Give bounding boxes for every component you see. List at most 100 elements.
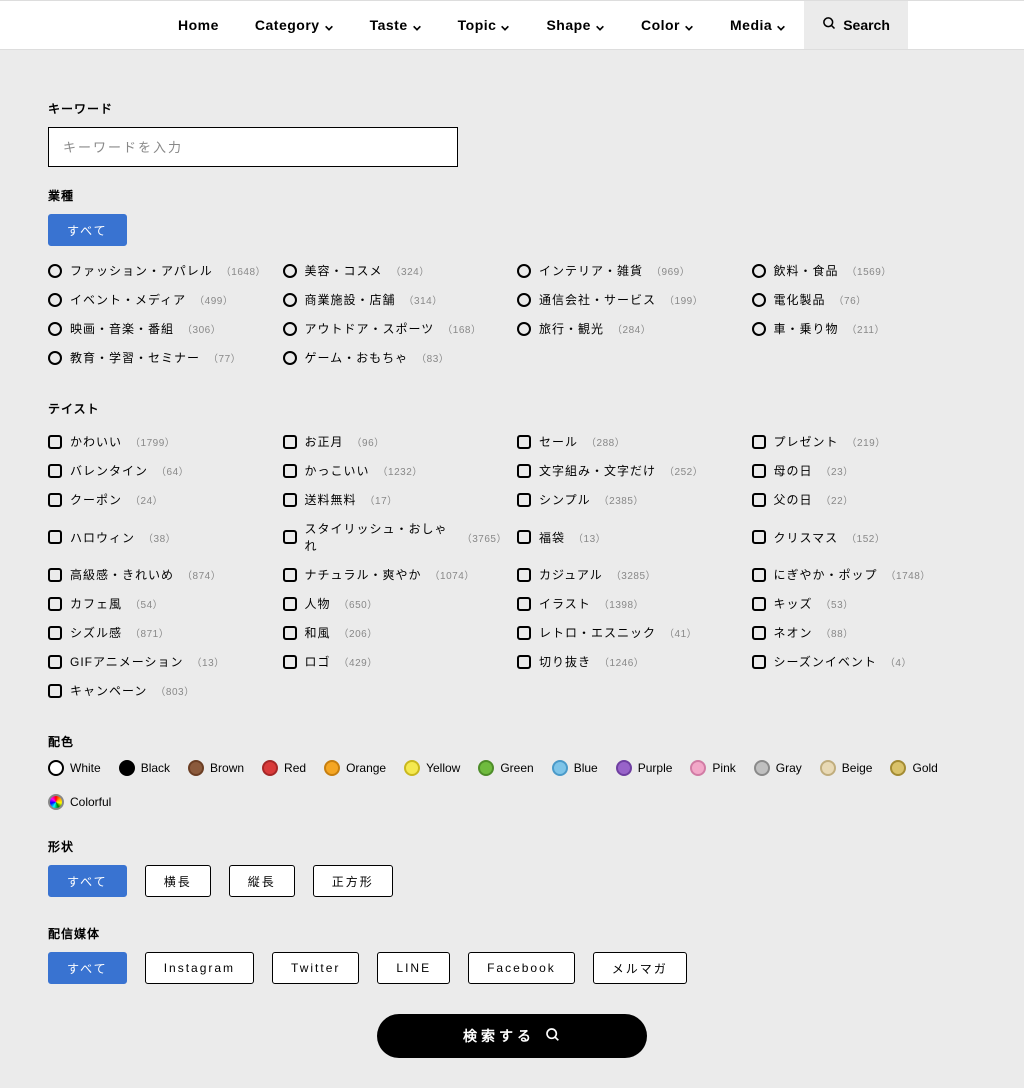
industry-option[interactable]: ゲーム・おもちゃ（83） [283,343,508,372]
industry-option[interactable]: インテリア・雑貨（969） [517,256,742,285]
color-swatch [48,794,64,810]
checkbox-icon [48,435,62,449]
radio-icon [517,264,531,278]
color-orange[interactable]: Orange [324,760,386,776]
color-gray[interactable]: Gray [754,760,802,776]
taste-option[interactable]: 父の日（22） [752,485,977,514]
option-label: かっこいい [305,462,370,479]
color-green[interactable]: Green [478,760,533,776]
color-yellow[interactable]: Yellow [404,760,460,776]
shape-横長[interactable]: 横長 [145,865,211,897]
taste-option[interactable]: イラスト（1398） [517,589,742,618]
taste-option[interactable]: カフェ風（54） [48,589,273,618]
shape-正方形[interactable]: 正方形 [313,865,393,897]
taste-option[interactable]: かわいい（1799） [48,427,273,456]
industry-option[interactable]: 美容・コスメ（324） [283,256,508,285]
taste-option[interactable]: ネオン（88） [752,618,977,647]
color-purple[interactable]: Purple [616,760,673,776]
taste-option[interactable]: 高級感・きれいめ（874） [48,560,273,589]
taste-option[interactable]: シンプル（2385） [517,485,742,514]
checkbox-icon [283,655,297,669]
taste-option[interactable]: 福袋（13） [517,514,742,560]
color-gold[interactable]: Gold [890,760,937,776]
media-メルマガ[interactable]: メルマガ [593,952,687,984]
nav-topic[interactable]: Topic [440,1,529,49]
nav-color[interactable]: Color [623,1,712,49]
shape-row: すべて横長縦長正方形 [48,865,976,897]
color-swatch [262,760,278,776]
nav-category[interactable]: Category [237,1,352,49]
industry-option[interactable]: ファッション・アパレル（1648） [48,256,273,285]
taste-option[interactable]: にぎやか・ポップ（1748） [752,560,977,589]
taste-option[interactable]: シーズンイベント（4） [752,647,977,676]
industry-option[interactable]: 車・乗り物（211） [752,314,977,343]
media-Instagram[interactable]: Instagram [145,952,254,984]
option-count: （206） [339,625,378,640]
color-beige[interactable]: Beige [820,760,873,776]
nav-search[interactable]: Search [804,1,908,49]
taste-option[interactable]: ロゴ（429） [283,647,508,676]
taste-option[interactable]: プレゼント（219） [752,427,977,456]
color-white[interactable]: White [48,760,101,776]
taste-option[interactable]: レトロ・エスニック（41） [517,618,742,647]
industry-option[interactable]: 商業施設・店舗（314） [283,285,508,314]
option-count: （871） [130,625,169,640]
nav-label: Category [255,17,320,33]
taste-option[interactable]: スタイリッシュ・おしゃれ（3765） [283,514,508,560]
taste-option[interactable]: 人物（650） [283,589,508,618]
nav-media[interactable]: Media [712,1,804,49]
taste-option[interactable]: クーポン（24） [48,485,273,514]
taste-option[interactable]: セール（288） [517,427,742,456]
taste-option[interactable]: カジュアル（3285） [517,560,742,589]
nav-home[interactable]: Home [160,1,237,49]
taste-option[interactable]: バレンタイン（64） [48,456,273,485]
color-brown[interactable]: Brown [188,760,244,776]
media-すべて[interactable]: すべて [48,952,127,984]
option-label: 飲料・食品 [774,262,839,279]
taste-option[interactable]: ナチュラル・爽やか（1074） [283,560,508,589]
industry-option[interactable]: 旅行・観光（284） [517,314,742,343]
keyword-input[interactable] [48,127,458,167]
taste-option[interactable]: キャンペーン（803） [48,676,273,705]
media-Twitter[interactable]: Twitter [272,952,359,984]
checkbox-icon [283,493,297,507]
industry-option[interactable]: 通信会社・サービス（199） [517,285,742,314]
industry-all-btn[interactable]: すべて [48,214,127,246]
industry-option[interactable]: イベント・メディア（499） [48,285,273,314]
media-LINE[interactable]: LINE [377,952,450,984]
nav-shape[interactable]: Shape [528,1,623,49]
color-swatch [324,760,340,776]
search-submit-button[interactable]: 検索する [377,1014,647,1058]
taste-option[interactable]: 和風（206） [283,618,508,647]
shape-縦長[interactable]: 縦長 [229,865,295,897]
taste-option[interactable]: 送料無料（17） [283,485,508,514]
taste-option[interactable]: キッズ（53） [752,589,977,618]
color-black[interactable]: Black [119,760,170,776]
shape-すべて[interactable]: すべて [48,865,127,897]
taste-option[interactable]: クリスマス（152） [752,514,977,560]
taste-option[interactable]: 文字組み・文字だけ（252） [517,456,742,485]
taste-option[interactable]: シズル感（871） [48,618,273,647]
checkbox-icon [517,626,531,640]
taste-option[interactable]: GIFアニメーション（13） [48,647,273,676]
color-blue[interactable]: Blue [552,760,598,776]
color-pink[interactable]: Pink [690,760,735,776]
taste-option[interactable]: ハロウィン（38） [48,514,273,560]
option-label: クリスマス [774,529,839,546]
nav-taste[interactable]: Taste [352,1,440,49]
taste-option[interactable]: 切り抜き（1246） [517,647,742,676]
taste-option[interactable]: かっこいい（1232） [283,456,508,485]
nav-label: Shape [546,17,591,33]
taste-option[interactable]: お正月（96） [283,427,508,456]
industry-option[interactable]: アウトドア・スポーツ（168） [283,314,508,343]
color-red[interactable]: Red [262,760,306,776]
industry-option[interactable]: 映画・音楽・番組（306） [48,314,273,343]
taste-option[interactable]: 母の日（23） [752,456,977,485]
industry-option[interactable]: 教育・学習・セミナー（77） [48,343,273,372]
taste-grid: かわいい（1799） お正月（96） セール（288） プレゼント（219） バレンタイ… [48,427,976,705]
media-Facebook[interactable]: Facebook [468,952,575,984]
industry-option[interactable]: 飲料・食品（1569） [752,256,977,285]
industry-option[interactable]: 電化製品（76） [752,285,977,314]
checkbox-icon [48,568,62,582]
color-colorful[interactable]: Colorful [48,794,111,810]
